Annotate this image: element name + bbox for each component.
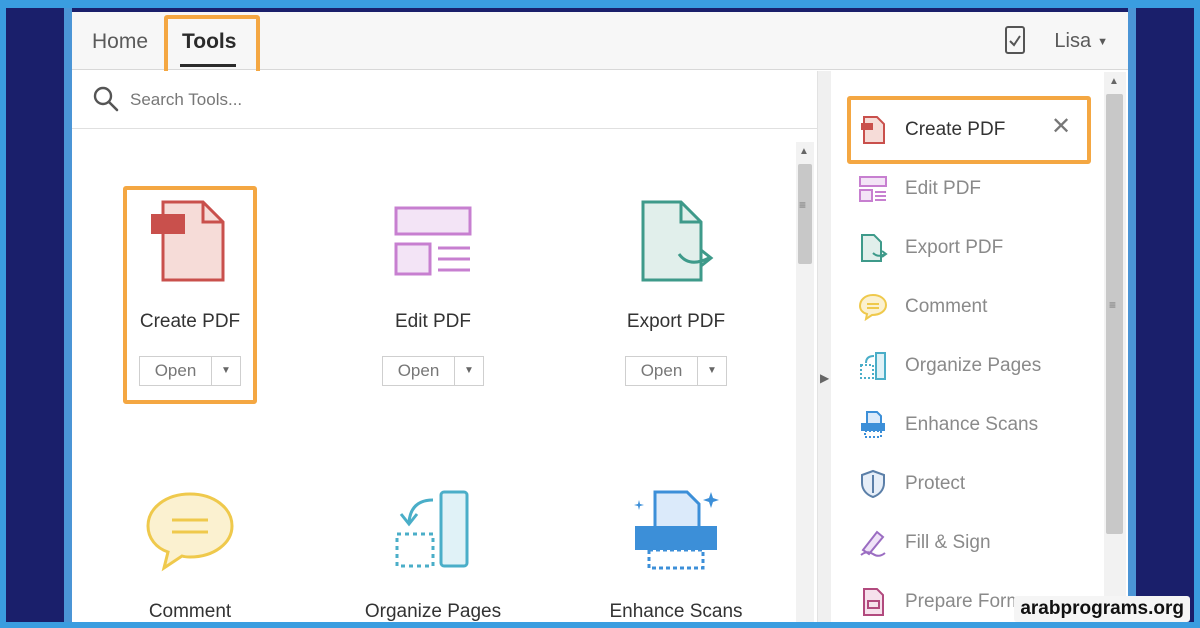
tool-name: Enhance Scans [609, 601, 743, 622]
right-item-label: Protect [905, 473, 966, 494]
right-create-pdf-highlight [847, 96, 1091, 164]
right-item-enhance-scans[interactable]: Enhance Scans [857, 405, 1038, 445]
collapse-panel-arrow-icon[interactable]: ▶ [820, 371, 829, 385]
app-window: Home Tools Lisa ▼ Search Tools... Create… [72, 12, 1128, 622]
right-item-fill-sign[interactable]: Fill & Sign [857, 523, 991, 563]
right-item-prepare-form[interactable]: Prepare Form [857, 582, 1022, 622]
tool-card-export-pdf[interactable]: Export PDF Open ▼ [576, 196, 776, 406]
edit-pdf-icon [857, 173, 889, 205]
tab-home[interactable]: Home [92, 30, 148, 54]
right-item-protect[interactable]: Protect [857, 464, 965, 504]
scroll-grip-icon: ≡ [799, 198, 807, 212]
form-icon [857, 586, 889, 618]
right-item-label: Organize Pages [905, 355, 1042, 376]
tool-name: Organize Pages [364, 601, 502, 622]
right-item-label: Edit PDF [905, 178, 982, 199]
shield-icon [857, 468, 889, 500]
frame-strip-left [64, 8, 72, 622]
search-input[interactable] [130, 87, 530, 113]
right-item-export-pdf[interactable]: Export PDF [857, 228, 1003, 268]
user-menu[interactable]: Lisa ▼ [1054, 30, 1108, 53]
right-item-label: Prepare Form [905, 591, 1023, 612]
export-pdf-icon [641, 200, 714, 282]
organize-pages-icon [395, 490, 469, 568]
open-menu-chevron-icon[interactable]: ▼ [455, 357, 483, 385]
edit-pdf-icon [394, 206, 472, 276]
tool-card-organize-pages[interactable]: Organize Pages [333, 486, 533, 622]
frame-strip-right [1128, 8, 1136, 622]
create-pdf-card-highlight [123, 186, 257, 404]
right-scrollbar-thumb[interactable] [1106, 94, 1123, 534]
watermark: arabprograms.org [1014, 596, 1190, 622]
top-bar: Home Tools Lisa ▼ [72, 12, 1128, 81]
search-icon [92, 85, 120, 118]
scroll-grip-icon: ≡ [1109, 298, 1117, 312]
open-button[interactable]: Open [626, 357, 698, 385]
right-item-organize-pages[interactable]: Organize Pages [857, 346, 1041, 386]
tool-card-edit-pdf[interactable]: Edit PDF Open ▼ [333, 196, 533, 406]
right-item-label: Fill & Sign [905, 532, 991, 553]
chevron-down-icon: ▼ [1097, 35, 1108, 48]
user-name: Lisa [1054, 30, 1092, 52]
open-menu-chevron-icon[interactable]: ▼ [698, 357, 726, 385]
scroll-up-arrow-icon[interactable]: ▲ [1109, 76, 1119, 87]
export-pdf-icon [857, 232, 889, 264]
right-item-comment[interactable]: Comment [857, 287, 987, 327]
tool-name: Comment [148, 601, 232, 622]
tools-panel: Create PDF Open ▼ Edit PDF Open ▼ [72, 71, 817, 622]
open-split-button: Open ▼ [625, 356, 727, 386]
right-item-label: Export PDF [905, 237, 1004, 258]
organize-pages-icon [857, 350, 889, 382]
tool-name: Export PDF [626, 311, 726, 332]
pen-icon [857, 527, 889, 559]
enhance-scans-icon [634, 490, 719, 570]
search-bar [72, 71, 817, 129]
tool-card-enhance-scans[interactable]: Enhance Scans [576, 486, 776, 622]
panel-splitter[interactable]: ▶ [817, 71, 831, 622]
open-button[interactable]: Open [383, 357, 455, 385]
tool-card-comment[interactable]: Comment [90, 486, 290, 622]
mobile-link-icon[interactable] [1004, 26, 1026, 59]
comment-icon [857, 291, 889, 323]
right-item-label: Comment [905, 296, 988, 317]
right-item-edit-pdf[interactable]: Edit PDF [857, 169, 981, 209]
right-item-label: Enhance Scans [905, 414, 1039, 435]
comment-icon [146, 492, 234, 572]
right-tools-list: Create PDF ✕ Edit PDF Export PDF Comment [831, 71, 1128, 622]
tool-name: Edit PDF [394, 311, 472, 332]
open-split-button: Open ▼ [382, 356, 484, 386]
tools-scrollbar-thumb[interactable] [798, 164, 812, 264]
scroll-up-arrow-icon[interactable]: ▲ [799, 146, 809, 157]
enhance-scans-icon [857, 409, 889, 441]
